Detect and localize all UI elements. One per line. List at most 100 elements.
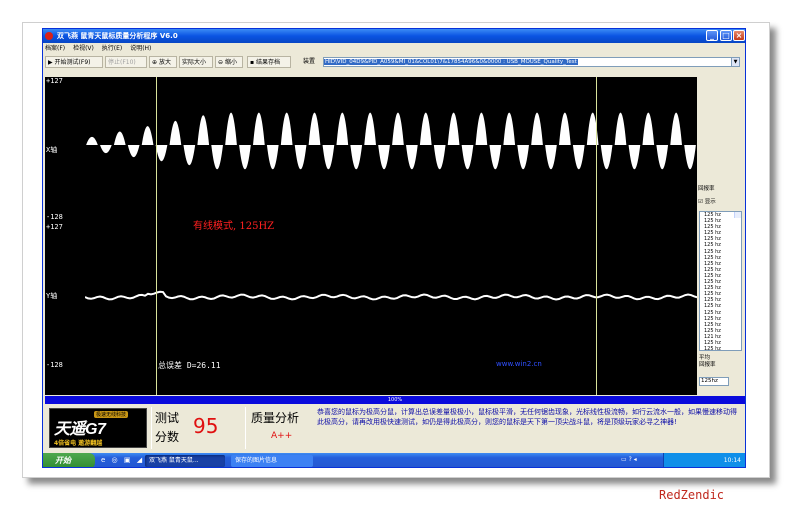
oscilloscope-panel: +127 X轴 -128 +127 Y轴 -128 有线模式, 125HZ 总误… (45, 77, 697, 395)
actual-size-button[interactable]: 实际大小 (179, 56, 213, 68)
x-wave-lobe (517, 145, 529, 170)
score-value: 95 (193, 414, 219, 438)
x-wave-lobe (294, 145, 307, 170)
device-select[interactable]: HID\VID_04D9&PID_A059&MI_01&COL01\7&1785… (323, 57, 740, 67)
average-label: 平均 回报率 (699, 355, 716, 369)
x-wave-lobe (656, 145, 669, 170)
start-button[interactable]: 开始 (43, 453, 95, 467)
x-wave-lobe (211, 145, 223, 170)
x-wave-lobe (489, 145, 502, 170)
list-scrollbar[interactable] (734, 212, 741, 219)
y-axis-waveform (85, 290, 697, 301)
average-label-line1: 平均 (699, 355, 711, 361)
progress-bar: 100% (45, 396, 745, 404)
x-wave-lobe (684, 145, 696, 170)
report-rate-item[interactable]: 125 hz (702, 346, 741, 350)
quick-launch-icons[interactable]: e ◎ ▣ ◢ (101, 456, 144, 464)
x-wave-lobe (308, 112, 321, 145)
brand-logo: 天遥G7 极速无线科技 4倍省电 遨游翻越 (49, 408, 147, 448)
x-wave-lobe (503, 112, 516, 145)
x-axis-max: +127 (46, 77, 63, 85)
menu-view[interactable]: 检视(V) (73, 45, 94, 52)
app-icon (45, 32, 53, 40)
minimize-button[interactable]: _ (706, 30, 718, 41)
start-test-button[interactable]: ▶ 开始测试(F9) (45, 56, 103, 68)
save-result-button[interactable]: ▪ 结果存档 (247, 56, 291, 68)
y-axis-min: -128 (46, 361, 63, 369)
x-wave-lobe (433, 145, 446, 170)
toolbar: ▶ 开始测试(F9) 停止(F10) ⊕ 放大 实际大小 ⊖ 缩小 ▪ 结果存档… (43, 55, 745, 69)
quality-title: 质量分析 (251, 411, 300, 425)
quality-description: 恭喜您的鼠标为极高分鼠，计算出总误差量极极小，鼠标极平滑，无任何锯齿现象，光标线… (317, 408, 737, 426)
logo-title: 天遥G7 (54, 421, 106, 438)
x-wave-lobe (572, 145, 585, 170)
stop-button[interactable]: 停止(F10) (105, 56, 147, 68)
x-wave-lobe (155, 145, 168, 162)
site-link[interactable]: www.win2.cn (496, 360, 542, 368)
y-axis-label: Y轴 (46, 292, 58, 300)
x-wave-lobe (461, 145, 474, 170)
x-wave-lobe (280, 112, 293, 145)
x-wave-lobe (113, 131, 126, 145)
x-wave-lobe (127, 145, 140, 158)
x-wave-lobe (239, 145, 251, 170)
taskbar-item-app[interactable]: 双飞燕 鼠青天鼠... (145, 455, 225, 467)
zoom-out-label: 缩小 (224, 59, 237, 66)
zoom-in-label: 放大 (158, 59, 171, 66)
x-wave-lobe (322, 145, 335, 170)
menu-help[interactable]: 说明(H) (130, 45, 151, 52)
zoom-in-button[interactable]: ⊕ 放大 (149, 56, 177, 68)
result-panel: 天遥G7 极速无线科技 4倍省电 遨游翻越 测试分数 95 质量分析 A++ 恭… (45, 405, 745, 451)
x-wave-lobe (364, 112, 376, 145)
right-cursor-line[interactable] (596, 77, 597, 395)
x-wave-lobe (392, 112, 404, 145)
report-rate-panel: 回报率 ☑ 显示 125 hz 125 hz 125 hz 125 hz 125 hz 1… (697, 179, 745, 395)
x-wave-lobe (531, 112, 543, 145)
clock: 10:14 (723, 457, 741, 464)
taskbar-item-folder[interactable]: 保存的图片信息 (231, 455, 313, 467)
score-label: 测试分数 (155, 411, 180, 444)
divider (245, 407, 246, 449)
x-wave-lobe (600, 145, 613, 170)
total-error-text: 总误差 D=26.11 (158, 361, 221, 370)
logo-subtitle: 4倍省电 遨游翻越 (54, 440, 103, 447)
x-wave-lobe (197, 115, 210, 145)
quality-grade: A++ (271, 431, 293, 441)
menu-file[interactable]: 档案(F) (45, 45, 65, 52)
taskbar: 开始 e ◎ ▣ ◢ 双飞燕 鼠青天鼠... 保存的图片信息 ▭ ? ◂ 10:… (43, 453, 745, 467)
x-wave-lobe (670, 112, 682, 145)
chevron-down-icon[interactable]: ▼ (731, 58, 739, 66)
x-axis-waveform (86, 112, 696, 170)
average-label-line2: 回报率 (699, 362, 716, 368)
x-wave-lobe (406, 145, 418, 170)
left-cursor-line[interactable] (156, 77, 157, 395)
title-bar[interactable]: 双飞燕 鼠青天鼠标质量分析程序 V6.0 _ □ × (43, 29, 745, 43)
zoom-out-button[interactable]: ⊖ 缩小 (215, 56, 243, 68)
x-axis-label: X轴 (46, 146, 58, 154)
x-wave-lobe (253, 112, 265, 145)
x-wave-lobe (642, 112, 655, 145)
x-wave-lobe (86, 136, 98, 145)
device-value: HID\VID_04D9&PID_A059&MI_01&COL01\7&1785… (324, 59, 578, 65)
x-axis-min: -128 (46, 213, 63, 221)
close-button[interactable]: × (733, 30, 745, 41)
x-wave-lobe (266, 145, 279, 170)
language-bar-icons[interactable]: ▭ ? ◂ (621, 456, 637, 463)
logo-badge: 极速无线科技 (94, 411, 129, 418)
average-rate-value: 125hz (699, 377, 729, 386)
signature-watermark: RedZendic (659, 488, 725, 502)
report-rate-title: 回报率 (698, 186, 715, 192)
mode-text: 有线模式, 125HZ (193, 221, 275, 232)
x-wave-lobe (447, 112, 460, 145)
maximize-button[interactable]: □ (720, 30, 732, 41)
x-wave-lobe (378, 145, 390, 170)
menu-bar: 档案(F) 检视(V) 执行(E) 说明(H) (43, 43, 745, 54)
show-checkbox[interactable]: ☑ 显示 (698, 197, 716, 205)
x-wave-lobe (475, 112, 488, 145)
y-axis-max: +127 (46, 223, 63, 231)
x-wave-lobe (419, 112, 432, 145)
app-window: 双飞燕 鼠青天鼠标质量分析程序 V6.0 _ □ × 档案(F) 检视(V) 执… (42, 28, 746, 468)
report-rate-list[interactable]: 125 hz 125 hz 125 hz 125 hz 125 hz 125 hz 125 … (699, 211, 742, 351)
x-wave-lobe (559, 112, 571, 145)
menu-run[interactable]: 执行(E) (102, 45, 122, 52)
